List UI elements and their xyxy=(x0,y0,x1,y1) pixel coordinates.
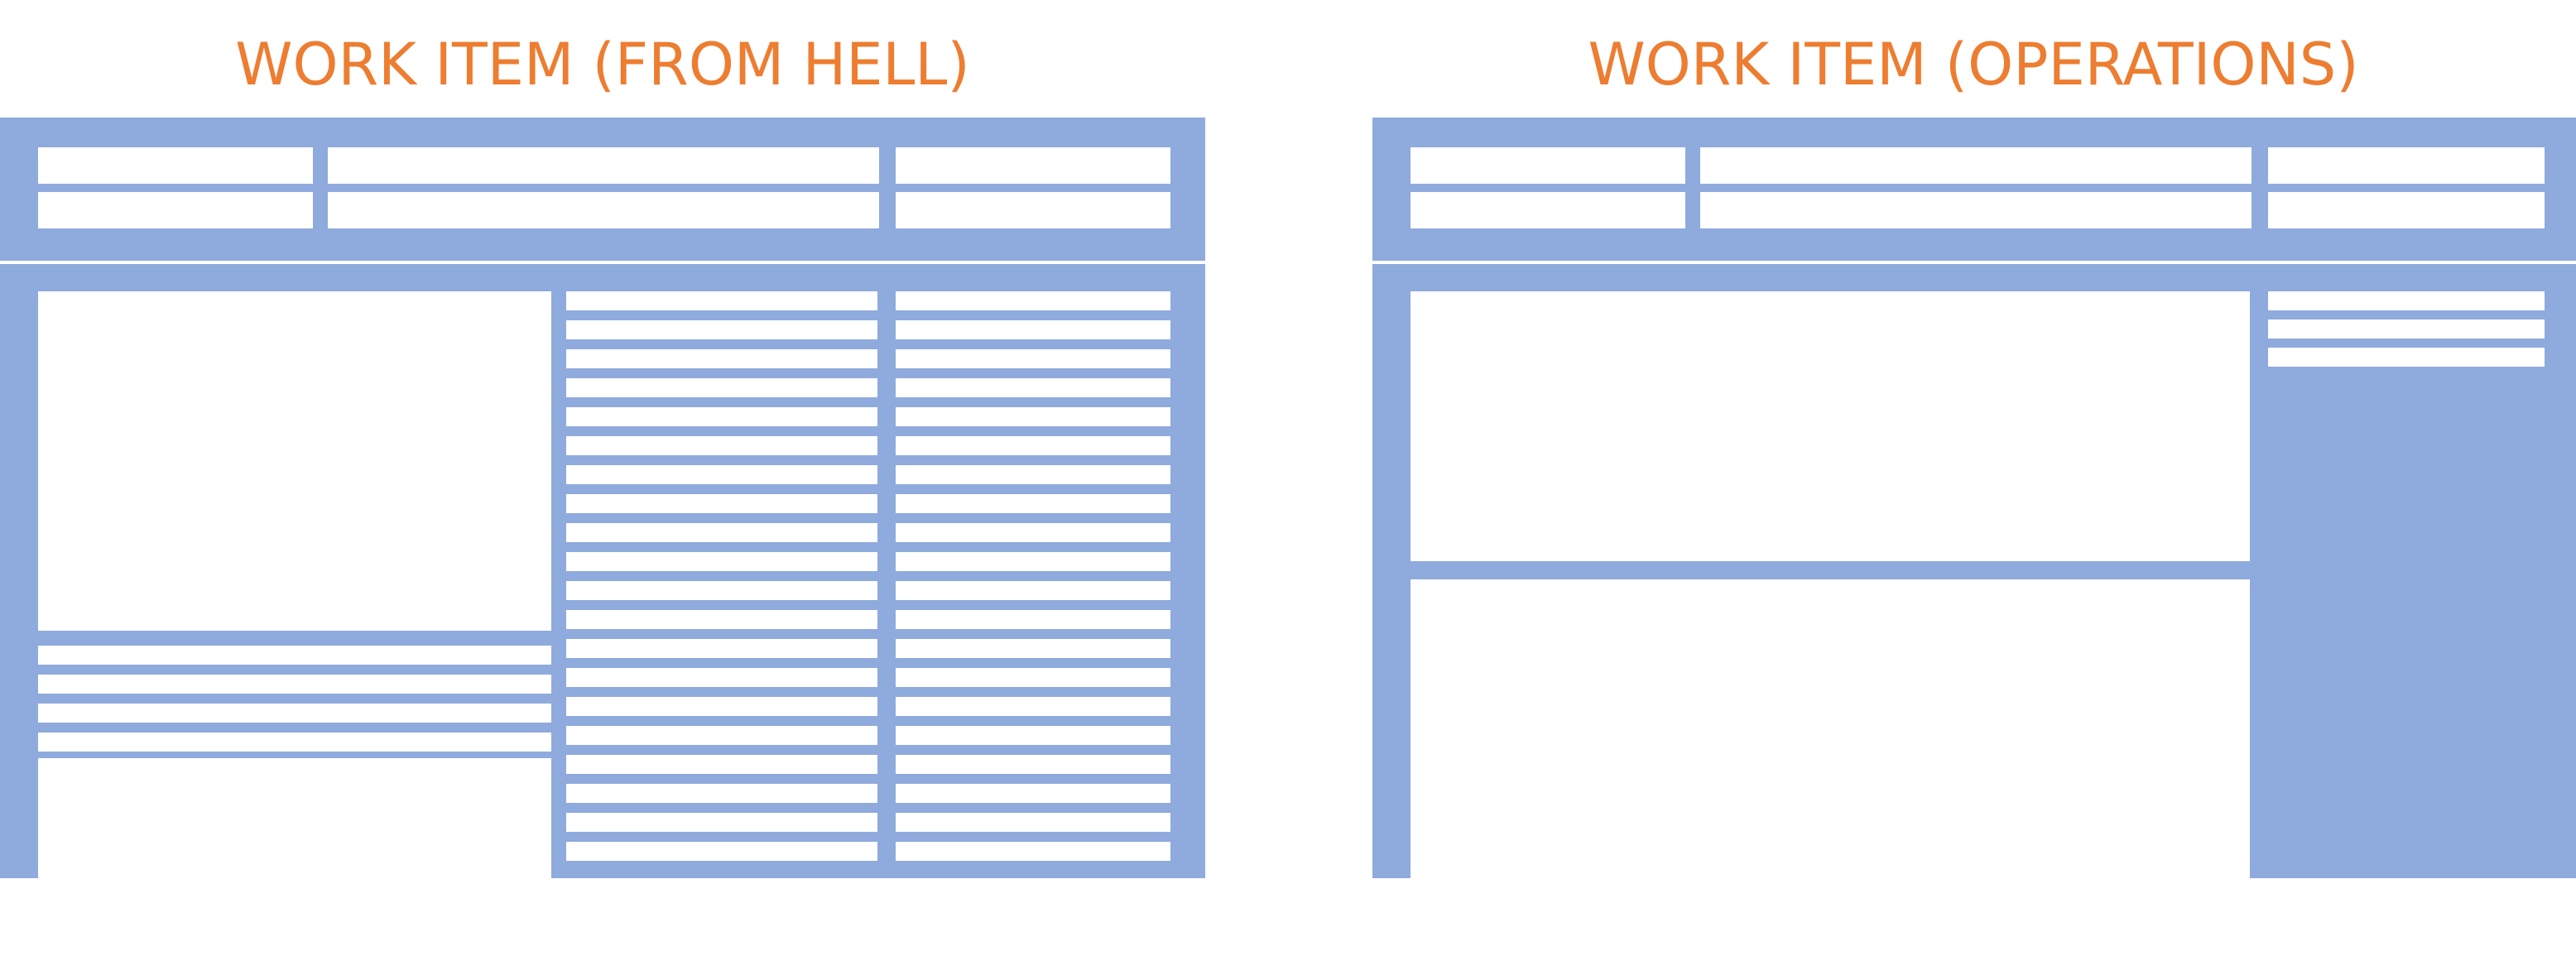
small-field[interactable] xyxy=(896,378,1170,397)
small-field[interactable] xyxy=(566,494,877,513)
small-field[interactable] xyxy=(566,842,877,861)
header-field[interactable] xyxy=(1700,147,2252,184)
small-field[interactable] xyxy=(566,291,877,310)
title-work-item-operations: WORK ITEM (OPERATIONS) xyxy=(1588,31,2359,98)
header-field[interactable] xyxy=(38,147,313,184)
header-field[interactable] xyxy=(328,192,879,228)
small-field[interactable] xyxy=(566,813,877,832)
small-field[interactable] xyxy=(896,639,1170,658)
small-field[interactable] xyxy=(2268,348,2545,367)
small-field[interactable] xyxy=(896,784,1170,803)
header-field[interactable] xyxy=(2268,147,2545,184)
header-field[interactable] xyxy=(1411,192,1685,228)
small-field[interactable] xyxy=(896,726,1170,745)
header-field[interactable] xyxy=(38,192,313,228)
small-field[interactable] xyxy=(2268,291,2545,310)
small-field[interactable] xyxy=(896,755,1170,774)
small-field[interactable] xyxy=(896,291,1170,310)
small-field[interactable] xyxy=(896,349,1170,368)
small-field[interactable] xyxy=(38,675,551,694)
text-area[interactable] xyxy=(1411,291,2250,561)
small-field[interactable] xyxy=(896,523,1170,542)
small-field[interactable] xyxy=(566,697,877,716)
small-field[interactable] xyxy=(896,697,1170,716)
small-field[interactable] xyxy=(566,610,877,629)
small-field[interactable] xyxy=(38,704,551,723)
small-field[interactable] xyxy=(566,726,877,745)
work-item-from-hell-form xyxy=(0,118,1205,980)
small-field[interactable] xyxy=(566,523,877,542)
small-field[interactable] xyxy=(896,465,1170,484)
header-field[interactable] xyxy=(328,147,879,184)
header-divider xyxy=(1372,261,2576,264)
small-field[interactable] xyxy=(566,436,877,455)
small-field[interactable] xyxy=(896,842,1170,861)
small-field[interactable] xyxy=(896,436,1170,455)
header-divider xyxy=(0,261,1205,264)
text-area[interactable] xyxy=(38,291,551,631)
header-field[interactable] xyxy=(896,192,1170,228)
header-field[interactable] xyxy=(1700,192,2252,228)
small-field[interactable] xyxy=(896,813,1170,832)
small-field[interactable] xyxy=(566,581,877,600)
small-field[interactable] xyxy=(38,733,551,752)
small-field[interactable] xyxy=(896,320,1170,339)
small-field[interactable] xyxy=(566,407,877,426)
header-field[interactable] xyxy=(2268,192,2545,228)
small-field[interactable] xyxy=(896,407,1170,426)
small-field[interactable] xyxy=(896,668,1170,687)
small-field[interactable] xyxy=(566,639,877,658)
small-field[interactable] xyxy=(38,646,551,665)
small-field[interactable] xyxy=(896,552,1170,571)
header-field[interactable] xyxy=(1411,147,1685,184)
text-area[interactable] xyxy=(38,758,551,980)
work-item-operations-form xyxy=(1372,118,2576,980)
small-field[interactable] xyxy=(896,610,1170,629)
small-field[interactable] xyxy=(896,581,1170,600)
header-field[interactable] xyxy=(896,147,1170,184)
small-field[interactable] xyxy=(566,320,877,339)
small-field[interactable] xyxy=(566,668,877,687)
title-work-item-from-hell: WORK ITEM (FROM HELL) xyxy=(235,31,970,98)
small-field[interactable] xyxy=(896,494,1170,513)
text-area[interactable] xyxy=(1411,579,2250,980)
small-field[interactable] xyxy=(566,378,877,397)
small-field[interactable] xyxy=(2268,319,2545,339)
small-field[interactable] xyxy=(566,755,877,774)
small-field[interactable] xyxy=(566,784,877,803)
small-field[interactable] xyxy=(566,552,877,571)
small-field[interactable] xyxy=(566,465,877,484)
small-field[interactable] xyxy=(566,349,877,368)
